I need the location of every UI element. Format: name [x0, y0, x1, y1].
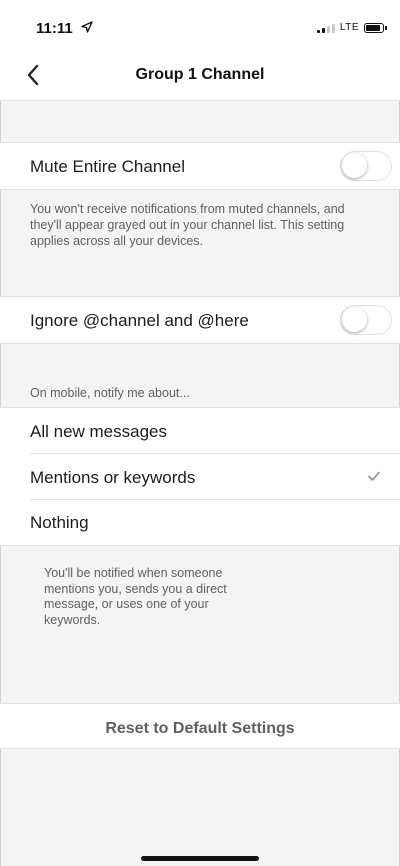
- checkmark-icon: [368, 471, 380, 481]
- notify-option-label: Nothing: [30, 513, 89, 532]
- status-bar: 11:11 LTE: [0, 0, 400, 50]
- mute-channel-label: Mute Entire Channel: [30, 157, 185, 176]
- notify-option-nothing[interactable]: Nothing: [0, 500, 400, 546]
- notify-note: You'll be notified when someone mentions…: [44, 566, 227, 627]
- signal-strength-icon: [316, 23, 335, 33]
- status-indicators: LTE: [316, 22, 387, 33]
- mute-channel-toggle[interactable]: [340, 151, 392, 181]
- notify-option-label: All new messages: [30, 422, 168, 441]
- reset-settings-row[interactable]: Reset to Default Settings: [0, 703, 400, 749]
- notify-option-all-new-messages[interactable]: All new messages: [0, 407, 400, 454]
- status-time: 11:11: [36, 20, 73, 37]
- reset-settings-button[interactable]: Reset to Default Settings: [0, 720, 400, 738]
- page-title: Group 1 Channel: [135, 66, 265, 83]
- mute-description: You won't receive notifications from mut…: [30, 202, 345, 248]
- ignore-channel-here-row: Ignore @channel and @here: [0, 296, 400, 344]
- notify-section-header: On mobile, notify me about...: [30, 386, 190, 400]
- ignore-channel-here-label: Ignore @channel and @here: [30, 311, 249, 330]
- location-arrow-icon: [81, 21, 93, 33]
- network-type: LTE: [339, 22, 359, 33]
- notify-option-label: Mentions or keywords: [30, 468, 196, 487]
- ignore-channel-here-toggle[interactable]: [340, 305, 392, 335]
- mute-channel-row: Mute Entire Channel: [0, 142, 400, 190]
- nav-bar: Group 1 Channel: [0, 50, 400, 101]
- home-indicator: [141, 856, 259, 861]
- battery-icon: [364, 22, 387, 33]
- notify-option-mentions-or-keywords[interactable]: Mentions or keywords: [0, 454, 400, 500]
